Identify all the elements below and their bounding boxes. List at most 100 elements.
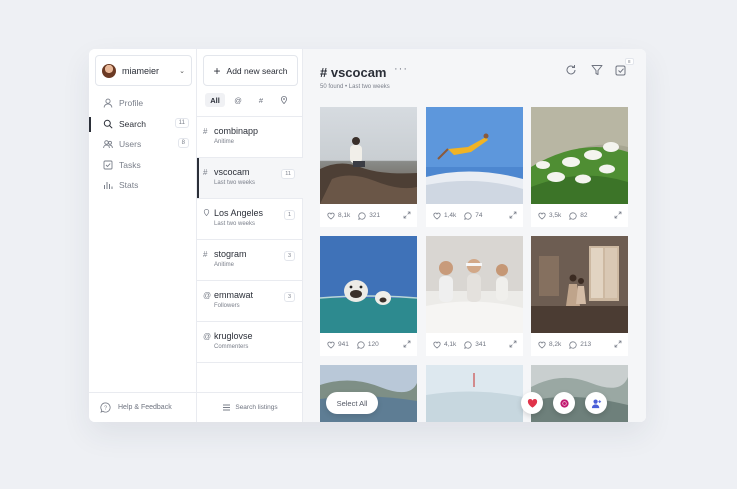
like-count: 3,5k: [549, 212, 562, 219]
search-type-prefix: #: [203, 167, 208, 177]
saved-search-item[interactable]: @ emmawat Followers 3: [197, 281, 303, 322]
add-user-action-button[interactable]: [585, 392, 607, 414]
expand-icon[interactable]: [614, 340, 622, 348]
like-count: 4,1k: [444, 341, 457, 348]
expand-icon[interactable]: [509, 340, 517, 348]
comment-count: 341: [475, 341, 487, 348]
post-photo: [531, 236, 628, 333]
filter-hashtags[interactable]: #: [251, 93, 271, 107]
post-card[interactable]: 8,2k 213: [531, 236, 628, 356]
sidebar-item-search[interactable]: Search 11: [89, 114, 197, 135]
comment-count: 120: [367, 341, 379, 348]
sidebar-item-profile[interactable]: Profile: [89, 93, 197, 114]
instagram-action-button[interactable]: [553, 392, 575, 414]
search-type-prefix: @: [203, 331, 212, 341]
chevron-down-icon: ⌄: [179, 67, 185, 75]
saved-searches-list: # combinapp Anitime # vscocam Last two weeks 1…: [197, 116, 303, 363]
count-badge: 1: [283, 210, 295, 220]
filter-locations[interactable]: [274, 93, 294, 107]
saved-search-title-row: @ kruglovse: [203, 331, 303, 341]
comment-icon: [464, 211, 472, 220]
search-listings-label: Search listings: [235, 404, 278, 411]
comment-count: 82: [580, 212, 588, 219]
comment-icon: [464, 340, 472, 349]
account-switcher[interactable]: miameier ⌄: [95, 55, 192, 86]
saved-search-item[interactable]: # stogram Anitime 3: [197, 240, 303, 281]
post-photo: [531, 107, 628, 204]
heart-icon: [538, 341, 546, 348]
expand-icon[interactable]: [403, 211, 411, 219]
saved-search-item[interactable]: Los Angeles Last two weeks 1: [197, 199, 303, 240]
count-badge: 3: [283, 251, 295, 261]
svg-text:?: ?: [104, 406, 107, 412]
sidebar: miameier ⌄ Profile Search 11 Users 8 Tas…: [89, 49, 197, 422]
help-icon: ?: [100, 402, 111, 413]
comment-icon: [569, 340, 577, 349]
add-new-search-button[interactable]: + Add new search: [203, 55, 298, 86]
comment-icon: [357, 340, 365, 349]
page-title: # vscocam: [320, 65, 387, 80]
saved-search-item[interactable]: # vscocam Last two weeks 11: [197, 158, 303, 199]
count-badge: 8: [625, 58, 634, 65]
sidebar-item-label: Tasks: [119, 159, 141, 170]
saved-search-title: vscocam: [214, 167, 250, 177]
expand-icon[interactable]: [509, 211, 517, 219]
post-card[interactable]: 941 120: [320, 236, 417, 356]
account-name: miameier: [122, 65, 160, 76]
post-photo: [426, 107, 523, 204]
sidebar-item-label: Users: [119, 139, 142, 150]
search-type-prefix: #: [203, 126, 208, 136]
comment-count: 74: [475, 212, 483, 219]
search-type-prefix: #: [203, 249, 208, 259]
comment-icon: [569, 211, 577, 220]
help-feedback-link[interactable]: ? Help & Feedback: [89, 392, 197, 422]
post-card[interactable]: 3,5k 82: [531, 107, 628, 227]
expand-icon[interactable]: [403, 340, 411, 348]
sidebar-item-tasks[interactable]: Tasks: [89, 155, 197, 176]
post-stats: 8,1k 321: [320, 204, 417, 227]
post-photo: [426, 236, 523, 333]
filter-mentions[interactable]: @: [228, 93, 248, 107]
more-options-icon[interactable]: ···: [394, 63, 408, 75]
like-count: 8,1k: [338, 212, 351, 219]
heart-icon: [433, 212, 441, 219]
tasks-icon: [101, 160, 115, 170]
help-label: Help & Feedback: [118, 404, 172, 411]
filter-icon[interactable]: [591, 63, 603, 75]
post-card[interactable]: 4,1k 341: [426, 236, 523, 356]
like-action-button[interactable]: [521, 392, 543, 414]
count-badge: 11: [174, 117, 189, 128]
post-stats: 941 120: [320, 333, 417, 356]
post-card[interactable]: 8,1k 321: [320, 107, 417, 227]
post-stats: 3,5k 82: [531, 204, 628, 227]
saved-search-title: combinapp: [214, 126, 259, 136]
post-photo[interactable]: [426, 365, 523, 422]
saved-search-range: Last two weeks: [214, 221, 256, 227]
post-card[interactable]: 1,4k 74: [426, 107, 523, 227]
sidebar-item-label: Stats: [119, 180, 139, 191]
refresh-icon[interactable]: [565, 63, 577, 75]
search-list-panel: + Add new search All @ # # combinapp Aniti…: [197, 49, 303, 422]
app-window: miameier ⌄ Profile Search 11 Users 8 Tas…: [89, 49, 646, 422]
saved-search-title-row: # combinapp: [203, 126, 303, 136]
sidebar-item-users[interactable]: Users 8: [89, 134, 197, 155]
saved-search-range: Last two weeks: [214, 180, 256, 186]
sidebar-item-stats[interactable]: Stats: [89, 175, 197, 196]
saved-search-range: Anitime: [214, 262, 235, 268]
search-filter-tabs: All @ #: [205, 93, 294, 107]
saved-search-range: Anitime: [214, 139, 235, 145]
post-photo[interactable]: [531, 365, 628, 422]
filter-all[interactable]: All: [205, 93, 225, 107]
saved-search-title: kruglovse: [214, 331, 253, 341]
selection-icon[interactable]: 8: [615, 58, 634, 76]
search-listings-link[interactable]: Search listings: [197, 392, 303, 422]
saved-search-item[interactable]: # combinapp Anitime: [197, 117, 303, 158]
saved-search-item[interactable]: @ kruglovse Commenters: [197, 322, 303, 363]
select-all-button[interactable]: Select All: [326, 392, 378, 414]
location-icon: [203, 208, 214, 218]
comment-count: 321: [369, 212, 381, 219]
users-icon: [101, 139, 115, 149]
expand-icon[interactable]: [614, 211, 622, 219]
heart-icon: [327, 341, 335, 348]
post-stats: 8,2k 213: [531, 333, 628, 356]
